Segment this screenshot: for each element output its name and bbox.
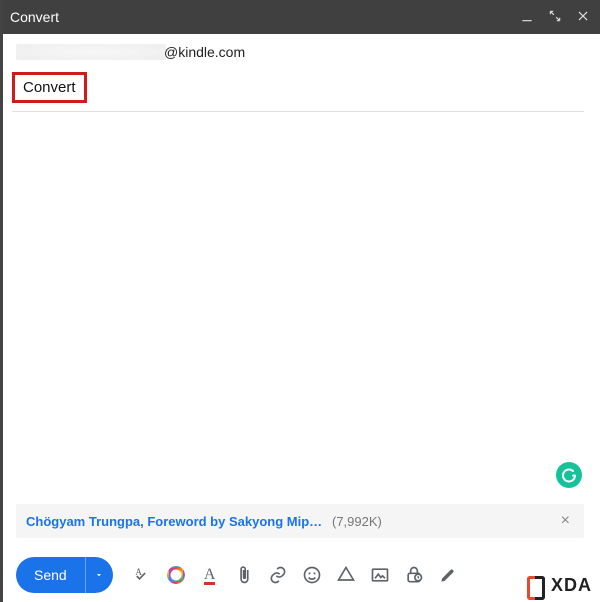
send-options-button[interactable] <box>85 557 113 593</box>
spellcheck-icon[interactable]: A <box>127 560 157 590</box>
insert-emoji-icon[interactable] <box>297 560 327 590</box>
attachment-chip[interactable]: Chögyam Trungpa, Foreword by Sakyong Mip… <box>16 504 584 538</box>
window-title: Convert <box>10 9 520 25</box>
compose-toolbar: Send A A <box>0 548 600 602</box>
send-button[interactable]: Send <box>16 557 85 593</box>
recipients-field[interactable]: @kindle.com <box>0 34 600 68</box>
close-icon[interactable] <box>576 9 590 25</box>
redacted-recipient <box>16 44 166 60</box>
xda-logo-icon <box>525 574 547 596</box>
insert-photo-icon[interactable] <box>365 560 395 590</box>
format-text-icon[interactable]: A <box>195 560 225 590</box>
message-body[interactable] <box>0 112 600 504</box>
attachment-size: (7,992K) <box>332 514 382 529</box>
minimize-icon[interactable] <box>520 9 534 25</box>
xda-text: XDA <box>551 575 592 596</box>
grammarly-icon[interactable] <box>556 462 582 488</box>
recipient-suffix: @kindle.com <box>164 44 245 60</box>
insert-drive-icon[interactable] <box>331 560 361 590</box>
fullscreen-icon[interactable] <box>548 9 562 25</box>
ai-suggest-icon[interactable] <box>161 560 191 590</box>
compose-titlebar: Convert <box>0 0 600 34</box>
attach-file-icon[interactable] <box>229 560 259 590</box>
svg-text:A: A <box>135 567 142 577</box>
attachment-filename: Chögyam Trungpa, Foreword by Sakyong Mip… <box>26 514 326 529</box>
xda-watermark: XDA <box>525 574 592 596</box>
insert-signature-icon[interactable] <box>433 560 463 590</box>
confidential-mode-icon[interactable] <box>399 560 429 590</box>
subject-field[interactable]: Convert <box>12 72 87 103</box>
insert-link-icon[interactable] <box>263 560 293 590</box>
remove-attachment-icon[interactable]: × <box>557 512 574 530</box>
